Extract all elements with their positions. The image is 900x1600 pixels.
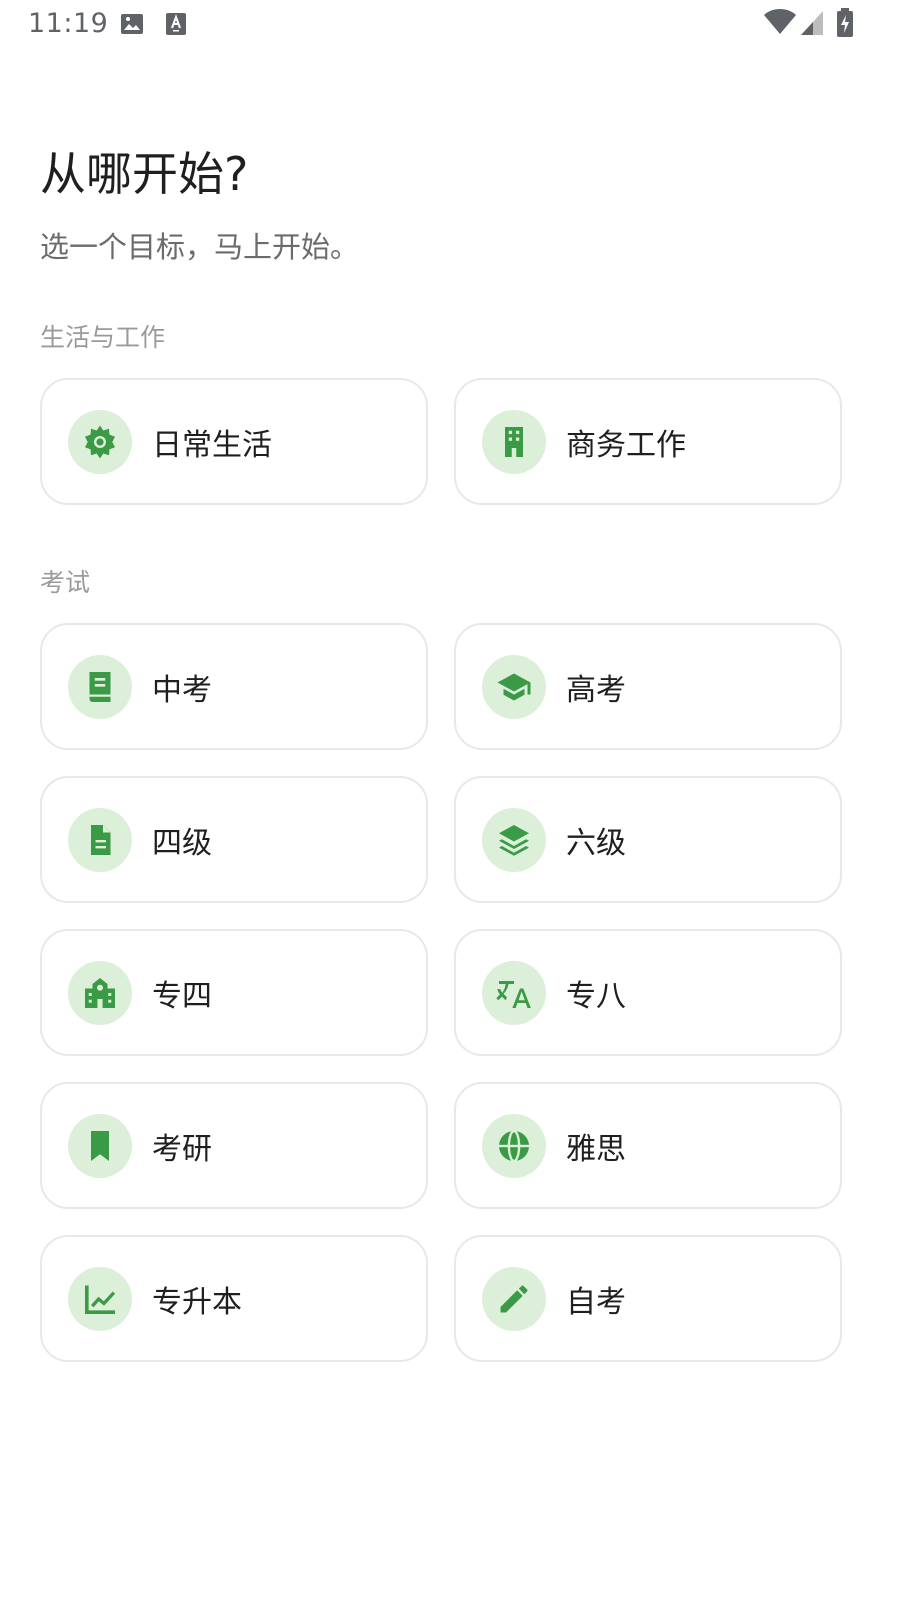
wifi-icon xyxy=(763,8,797,40)
goal-card-kaoyan[interactable]: 考研 xyxy=(40,1082,428,1209)
page-title: 从哪开始? xyxy=(40,147,249,201)
font-a-icon xyxy=(164,12,188,36)
globe-icon xyxy=(482,1113,546,1178)
document-icon xyxy=(68,807,132,872)
goal-card-tem8[interactable]: 专八 xyxy=(454,929,842,1056)
goal-card-label: 雅思 xyxy=(566,1131,626,1167)
signal-icon xyxy=(800,8,824,40)
goal-card-label: 专四 xyxy=(152,978,212,1014)
goal-card-label: 专升本 xyxy=(152,1284,242,1320)
pencil-icon xyxy=(482,1266,546,1331)
goal-card-label: 日常生活 xyxy=(152,427,272,463)
book-icon xyxy=(68,654,132,719)
status-time: 11:19 xyxy=(28,8,109,39)
graduation-cap-icon xyxy=(482,654,546,719)
chart-icon xyxy=(68,1266,132,1331)
goal-card-label: 考研 xyxy=(152,1131,212,1167)
section-label-exams: 考试 xyxy=(40,568,91,597)
bookmark-icon xyxy=(68,1113,132,1178)
goal-card-zikao[interactable]: 自考 xyxy=(454,1235,842,1362)
goal-card-tem4[interactable]: 专四 xyxy=(40,929,428,1056)
goal-card-label: 六级 xyxy=(566,825,626,861)
sun-icon xyxy=(68,409,132,474)
goal-card-ielts[interactable]: 雅思 xyxy=(454,1082,842,1209)
goal-card-label: 高考 xyxy=(566,672,626,708)
goal-card-zhongkao[interactable]: 中考 xyxy=(40,623,428,750)
translate-icon xyxy=(482,960,546,1025)
layers-icon xyxy=(482,807,546,872)
goal-card-gaokao[interactable]: 高考 xyxy=(454,623,842,750)
goal-card-label: 自考 xyxy=(566,1284,626,1320)
goal-card-label: 商务工作 xyxy=(566,427,686,463)
page-subtitle: 选一个目标，马上开始。 xyxy=(40,230,360,264)
goal-card-label: 专八 xyxy=(566,978,626,1014)
goal-card-zhuanshengben[interactable]: 专升本 xyxy=(40,1235,428,1362)
goal-grid-exams: 中考 高考 四级 六级 专四 专八 考研 雅思 专升本 自考 xyxy=(40,623,842,1362)
goal-card-cet4[interactable]: 四级 xyxy=(40,776,428,903)
goal-card-daily-life[interactable]: 日常生活 xyxy=(40,378,428,505)
goal-card-label: 中考 xyxy=(152,672,212,708)
image-icon xyxy=(120,12,144,36)
status-bar: 11:19 xyxy=(0,0,900,48)
goal-card-business-work[interactable]: 商务工作 xyxy=(454,378,842,505)
section-label-life-work: 生活与工作 xyxy=(40,323,166,352)
goal-grid-life-work: 日常生活 商务工作 xyxy=(40,378,842,505)
goal-card-label: 四级 xyxy=(152,825,212,861)
battery-charging-icon xyxy=(836,8,854,42)
school-icon xyxy=(68,960,132,1025)
building-icon xyxy=(482,409,546,474)
goal-card-cet6[interactable]: 六级 xyxy=(454,776,842,903)
